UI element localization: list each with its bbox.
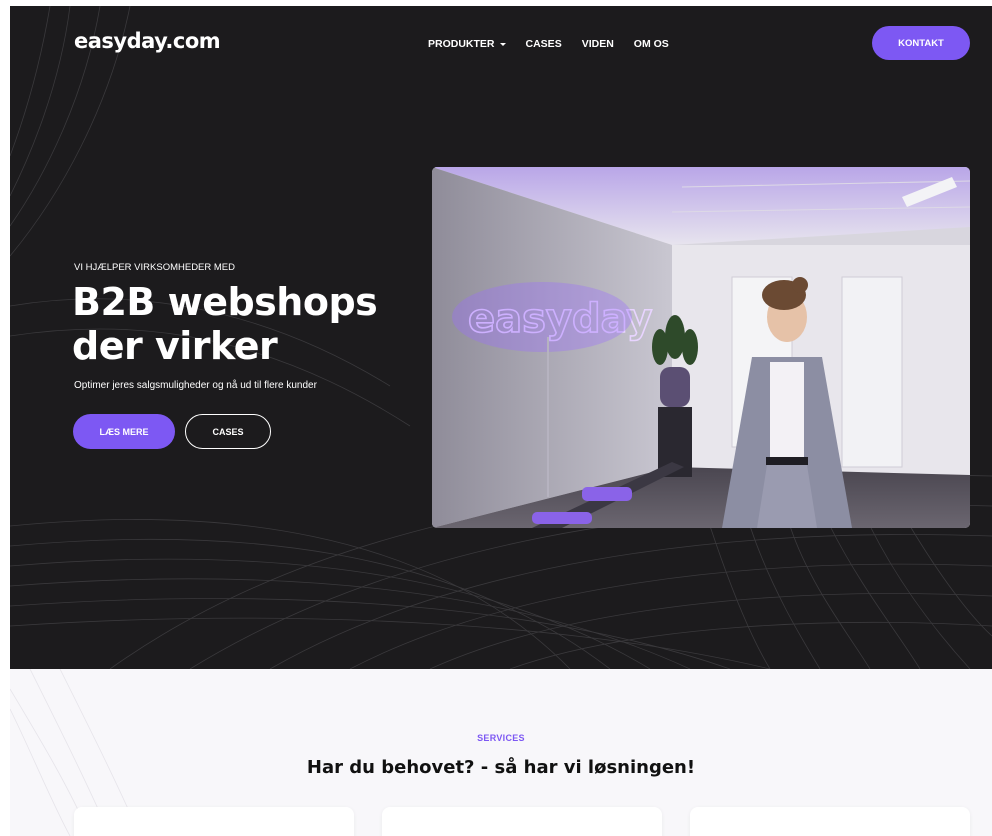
hero-eyebrow: VI HJÆLPER VIRKSOMHEDER MED — [74, 262, 235, 273]
read-more-button[interactable]: LÆS MERE — [73, 414, 175, 449]
main-navigation: PRODUKTER CASES VIDEN OM OS — [428, 38, 669, 50]
chevron-down-icon — [499, 42, 506, 46]
nav-item-cases[interactable]: CASES — [526, 38, 562, 50]
service-card[interactable] — [74, 807, 354, 836]
site-logo[interactable]: easyday.com — [74, 29, 221, 53]
services-tag: SERVICES — [477, 733, 525, 743]
service-card[interactable] — [382, 807, 662, 836]
hero-section: easyday.com PRODUKTER CASES VIDEN OM OS … — [10, 6, 992, 669]
hero-headline: B2B webshops der virker — [72, 280, 378, 368]
nav-item-label: PRODUKTER — [428, 38, 495, 50]
hero-subtext: Optimer jeres salgsmuligheder og nå ud t… — [74, 380, 317, 391]
nav-item-label: CASES — [525, 38, 562, 50]
nav-item-label: VIDEN — [581, 38, 614, 50]
hero-office-photo: easyday — [432, 167, 970, 528]
cases-button[interactable]: CASES — [185, 414, 271, 449]
services-title: Har du behovet? - så har vi løsningen! — [306, 757, 696, 778]
service-card[interactable] — [690, 807, 970, 836]
services-section: SERVICES Har du behovet? - så har vi løs… — [10, 669, 992, 836]
nav-item-label: OM OS — [633, 38, 669, 50]
office-photo-illustration: easyday — [432, 167, 970, 528]
nav-item-produkter[interactable]: PRODUKTER — [428, 38, 506, 50]
contact-button[interactable]: KONTAKT — [872, 26, 970, 60]
nav-item-om-os[interactable]: OM OS — [634, 38, 669, 50]
nav-item-viden[interactable]: VIDEN — [582, 38, 614, 50]
